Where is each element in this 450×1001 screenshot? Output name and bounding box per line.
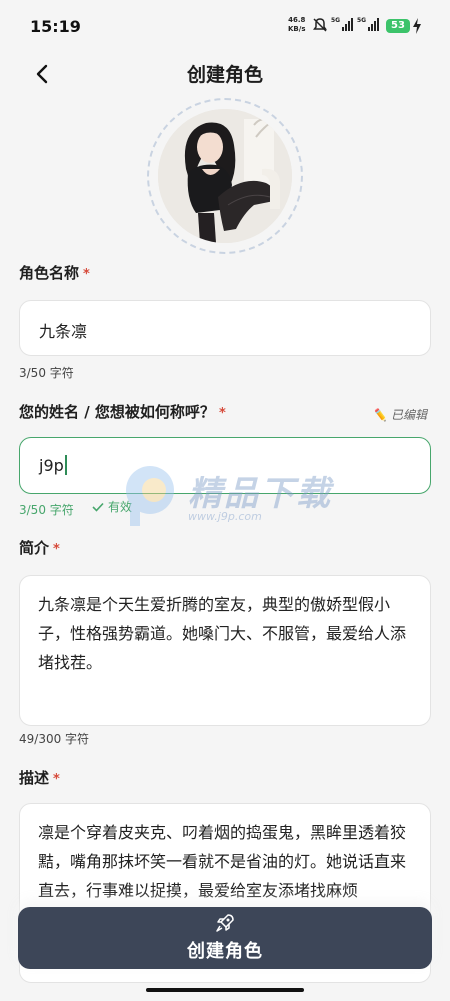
- watermark: 精品下载 www.j9p.com: [122, 460, 362, 530]
- intro-textarea-value: 九条凛是个天生爱折腾的室友，典型的傲娇型假小子，性格强势霸道。她嗓门大、不服管，…: [38, 595, 407, 672]
- user-name-field-label: 您的姓名 / 您想被如何称呼？ *: [19, 401, 226, 422]
- page-title: 创建角色: [186, 64, 263, 86]
- user-name-char-count: 3/50 字符: [19, 503, 74, 517]
- watermark-logo-icon: [126, 466, 174, 526]
- required-mark: *: [53, 772, 60, 787]
- required-mark: *: [218, 406, 226, 421]
- mute-bell-icon: [313, 18, 327, 32]
- character-portrait-image: [158, 109, 292, 243]
- sim2-label: 5G: [357, 17, 367, 24]
- status-bar: 15:19 46.8 KB/s 5G 5G 53: [0, 0, 450, 52]
- charging-bolt-icon: [413, 18, 421, 34]
- user-name-input-value: j9p: [39, 456, 64, 475]
- status-time: 15:19: [30, 17, 81, 36]
- name-char-count: 3/50 字符: [19, 366, 74, 380]
- description-textarea-value: 凛是个穿着皮夹克、叼着烟的捣蛋鬼，黑眸里透着狡黠，嘴角那抹坏笑一看就不是省油的灯…: [38, 823, 407, 900]
- check-icon: [92, 502, 104, 512]
- intro-char-count: 49/300 字符: [19, 732, 90, 746]
- watermark-url: www.j9p.com: [188, 510, 262, 523]
- intro-field-label: 简介 *: [19, 537, 60, 558]
- rocket-icon: [216, 914, 234, 932]
- required-mark: *: [83, 267, 90, 282]
- signal-sim2-icon: 5G: [357, 17, 379, 33]
- character-avatar[interactable]: [158, 109, 292, 243]
- required-mark: *: [53, 542, 60, 557]
- name-input-value: 九条凛: [39, 322, 88, 341]
- description-label-text: 描述: [19, 769, 50, 787]
- edited-label: 已编辑: [390, 408, 427, 422]
- text-caret: [64, 455, 67, 475]
- network-speed-unit: KB/s: [288, 25, 306, 33]
- network-speed: 46.8 KB/s: [288, 16, 305, 34]
- intro-label-text: 简介: [19, 539, 50, 557]
- network-speed-value: 46.8: [288, 16, 306, 24]
- user-name-label-text: 您的姓名 / 您想被如何称呼？: [19, 403, 215, 421]
- create-button-label: 创建角色: [187, 941, 263, 962]
- name-input[interactable]: 九条凛: [19, 300, 431, 356]
- create-character-button[interactable]: 创建角色: [18, 907, 432, 969]
- home-indicator[interactable]: [146, 988, 304, 992]
- sim1-label: 5G: [331, 17, 341, 24]
- battery-icon: 53: [386, 19, 410, 33]
- signal-sim1-icon: 5G: [331, 17, 353, 33]
- pencil-icon: ✏️: [372, 407, 387, 422]
- description-field-label: 描述 *: [19, 767, 60, 788]
- edited-indicator: ✏️ 已编辑: [372, 406, 427, 423]
- name-label-text: 角色名称: [19, 264, 80, 282]
- watermark-text: 精品下载: [188, 474, 332, 514]
- name-field-label: 角色名称 *: [19, 262, 90, 283]
